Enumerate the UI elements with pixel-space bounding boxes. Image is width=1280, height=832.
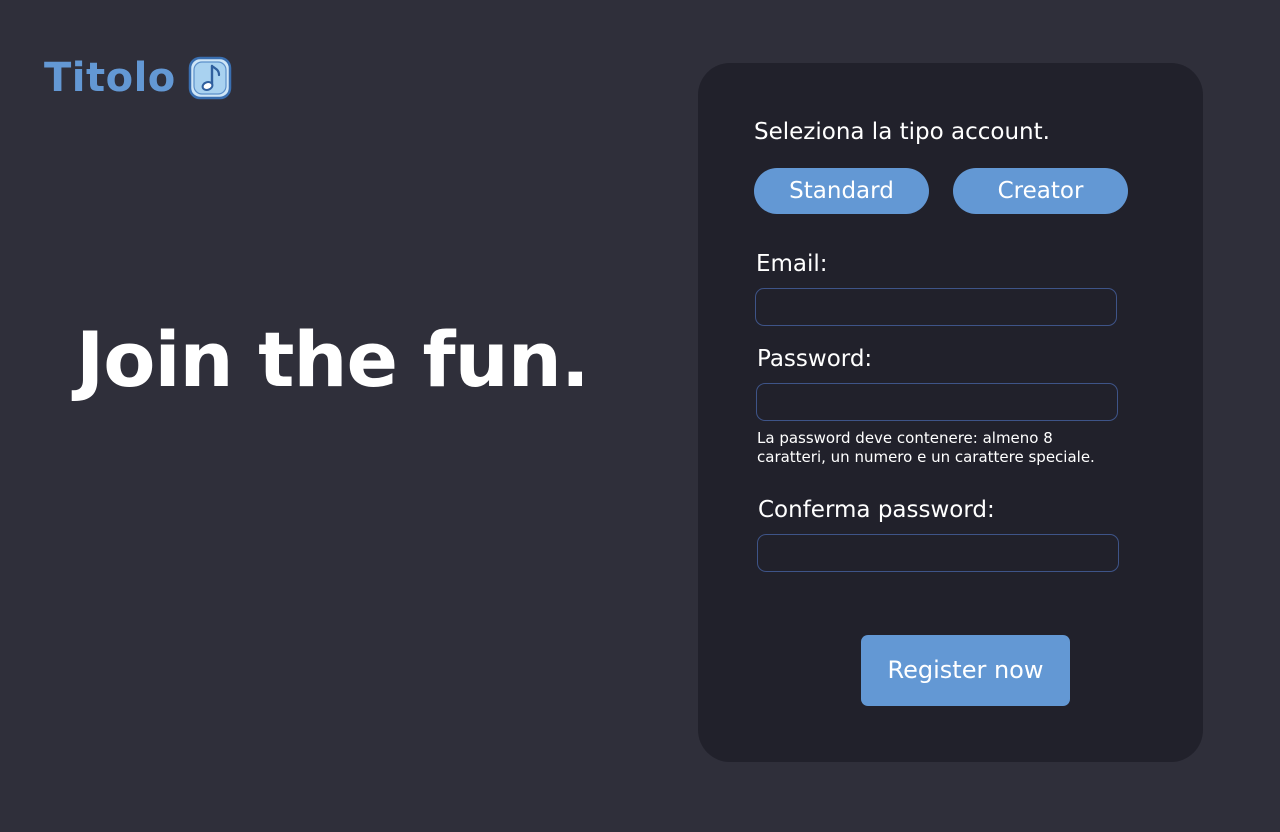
registration-card: Seleziona la tipo account. Standard Crea… xyxy=(698,63,1203,762)
email-label: Email: xyxy=(756,251,828,277)
music-note-icon xyxy=(188,56,232,100)
creator-account-button[interactable]: Creator xyxy=(953,168,1128,214)
account-type-label: Seleziona la tipo account. xyxy=(754,119,1050,145)
brand-logo[interactable]: Titolo xyxy=(44,56,232,100)
confirm-password-label: Conferma password: xyxy=(758,497,995,523)
email-field[interactable] xyxy=(755,288,1117,326)
password-field[interactable] xyxy=(756,383,1118,421)
password-hint: La password deve contenere: almeno 8 car… xyxy=(757,429,1095,466)
password-label: Password: xyxy=(757,346,873,372)
confirm-password-field[interactable] xyxy=(757,534,1119,572)
brand-name: Titolo xyxy=(44,55,176,101)
register-button[interactable]: Register now xyxy=(861,635,1070,706)
standard-account-button[interactable]: Standard xyxy=(754,168,929,214)
hero-headline: Join the fun. xyxy=(76,315,590,404)
